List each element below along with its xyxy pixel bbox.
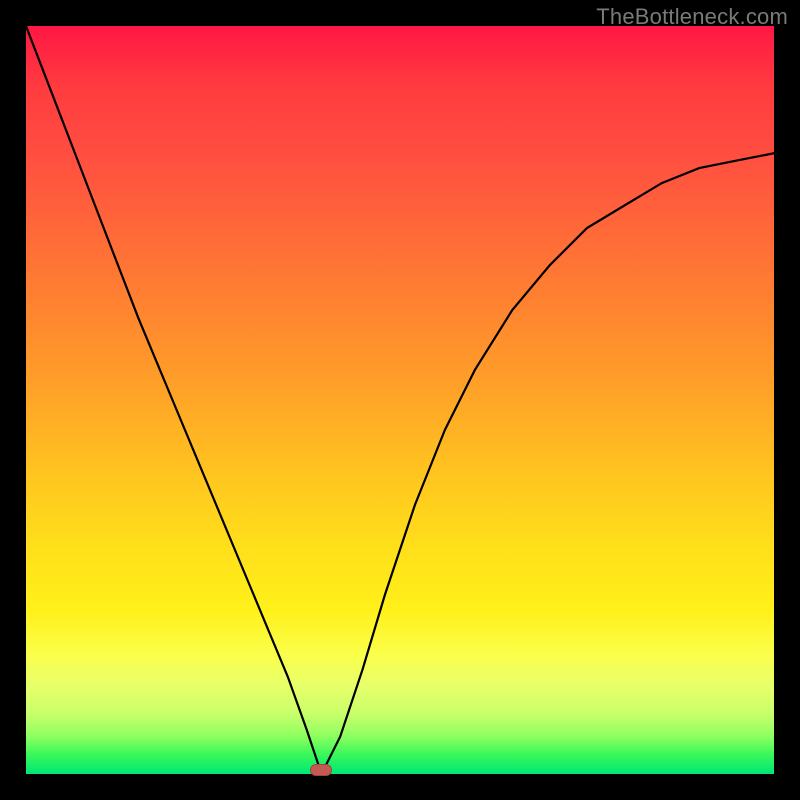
optimal-point-marker xyxy=(310,764,332,776)
chart-frame: TheBottleneck.com xyxy=(0,0,800,800)
watermark-text: TheBottleneck.com xyxy=(596,4,788,30)
plot-area xyxy=(26,26,774,774)
bottleneck-curve xyxy=(26,26,774,774)
